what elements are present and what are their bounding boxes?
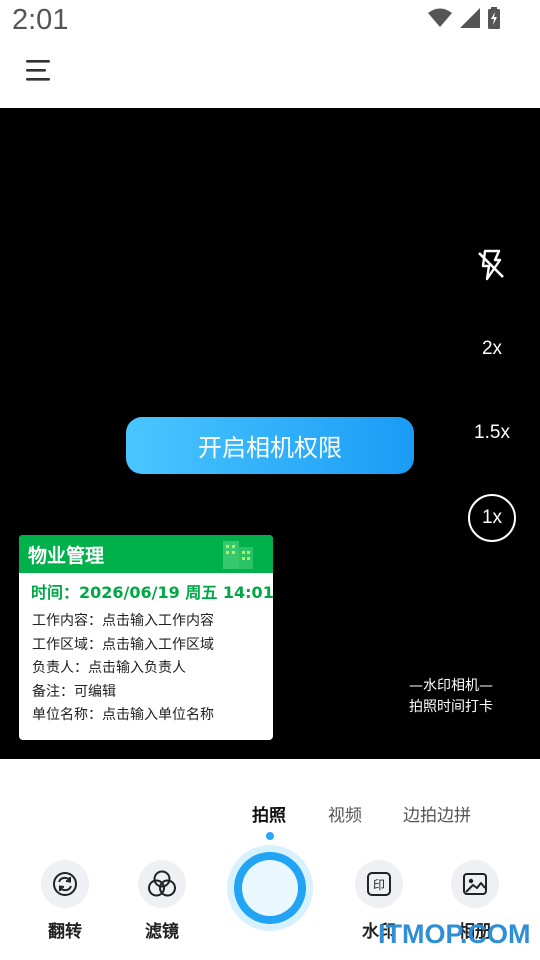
wifi-icon [428,8,452,28]
stamp-icon: 印 [367,872,391,896]
watermark-field-work-area[interactable]: 工作区域：点击输入工作区域 [32,634,214,658]
building-icon [221,539,255,573]
tab-photo[interactable]: 拍照 [252,801,286,826]
battery-charging-icon [488,7,500,29]
image-icon [463,873,487,895]
flip-camera-button[interactable] [41,860,89,908]
watermark-time: 时间：2026/06/19 周五 14:01 [31,583,273,602]
zoom-1-5x-button[interactable]: 1.5x [470,422,514,444]
menu-icon[interactable] [22,58,56,88]
status-bar: 2:01 [0,0,540,46]
camera-viewport[interactable]: 2x 1.5x 1x 开启相机权限 物业管理 时间：2026/06/19 周五 … [0,108,540,759]
flash-off-icon[interactable] [474,248,508,282]
watermark-field-company[interactable]: 单位名称：点击输入单位名称 [32,704,214,728]
watermark-fields: 工作内容：点击输入工作内容 工作区域：点击输入工作区域 负责人：点击输入负责人 … [32,610,214,728]
active-tab-indicator [266,832,274,840]
header [0,46,540,108]
shutter-button[interactable] [227,845,313,931]
flip-label: 翻转 [48,922,82,942]
brand-line-1: —水印相机— [409,678,493,694]
flip-icon [53,872,77,896]
watermark-field-person[interactable]: 负责人：点击输入负责人 [32,657,214,681]
album-button[interactable] [451,860,499,908]
signal-icon [460,8,480,28]
watermark-card[interactable]: 物业管理 时间：2026/06/19 周五 14:01 工作内容：点击输入工作内… [19,535,273,740]
filter-label: 滤镜 [145,922,179,942]
svg-text:印: 印 [373,878,385,892]
zoom-1x-button[interactable]: 1x [468,494,516,542]
filter-icon [148,870,176,897]
watermark-field-notes[interactable]: 备注：可编辑 [32,681,214,705]
watermark-field-work-content[interactable]: 工作内容：点击输入工作内容 [32,610,214,634]
site-watermark: ITMOP.COM [378,919,531,949]
tab-shoot-and-stitch[interactable]: 边拍边拼 [403,801,471,826]
filter-button[interactable] [138,860,186,908]
brand-line-2: 拍照时间打卡 [409,699,493,715]
shutter-ring [234,852,306,924]
enable-camera-permission-button[interactable]: 开启相机权限 [126,417,414,474]
shutter-inner [242,860,298,916]
status-icons [428,7,500,29]
watermark-title: 物业管理 [28,545,105,567]
tab-video[interactable]: 视频 [328,801,362,826]
watermark-button[interactable]: 印 [355,860,403,908]
status-time: 2:01 [12,4,69,36]
watermark-header: 物业管理 [19,535,273,573]
zoom-2x-button[interactable]: 2x [472,338,512,360]
brand-mark: —水印相机— 拍照时间打卡 [396,676,506,718]
